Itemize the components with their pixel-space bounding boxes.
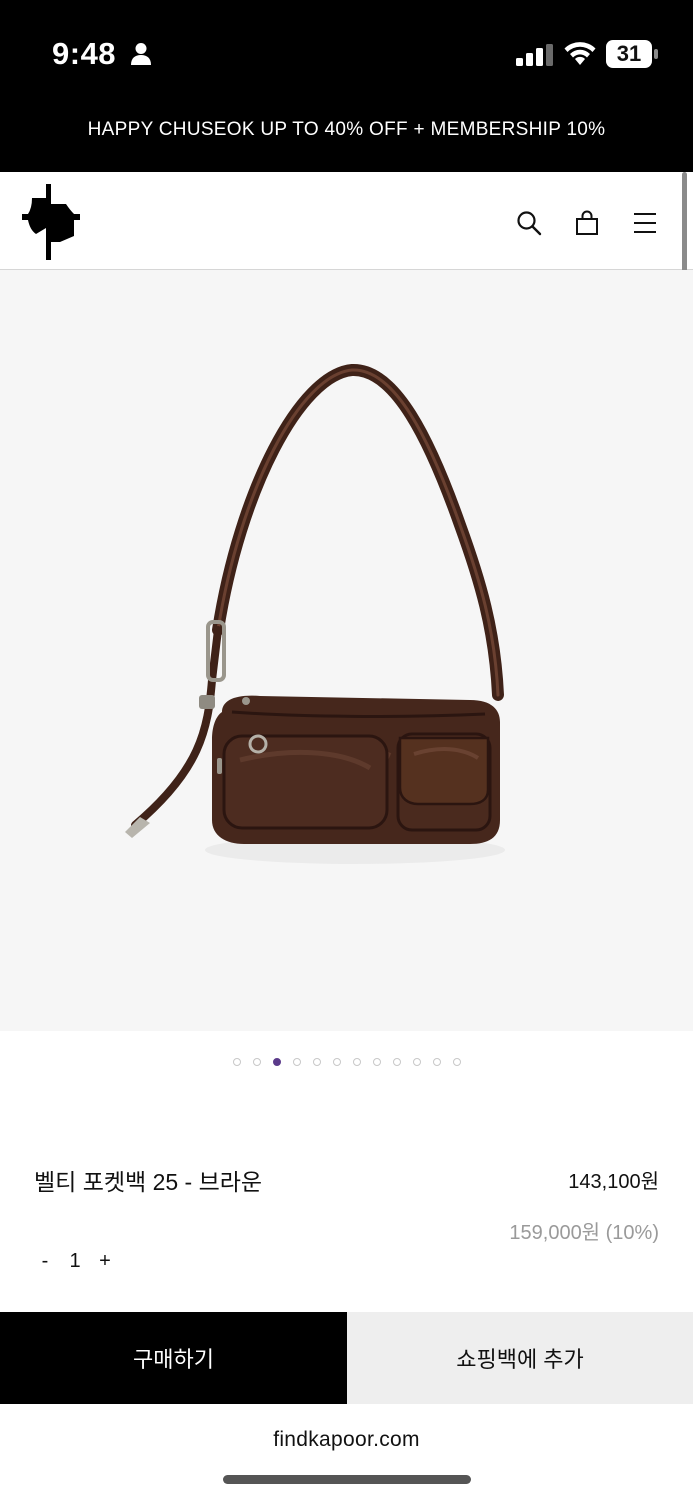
carousel-dot[interactable] xyxy=(272,1058,281,1066)
carousel-dot[interactable] xyxy=(252,1058,261,1066)
product-name: 벨티 포켓백 25 - 브라운 xyxy=(34,1169,263,1195)
search-icon[interactable] xyxy=(516,210,542,236)
quantity-decrease-button[interactable]: - xyxy=(36,1250,54,1273)
promo-banner[interactable]: HAPPY CHUSEOK UP TO 40% OFF + MEMBERSHIP… xyxy=(0,100,693,172)
quantity-increase-button[interactable]: + xyxy=(96,1250,114,1273)
product-image[interactable] xyxy=(0,270,693,1031)
signal-icon xyxy=(516,44,553,66)
wifi-icon xyxy=(564,42,596,65)
home-indicator[interactable] xyxy=(223,1475,471,1484)
site-header xyxy=(0,172,693,270)
logo[interactable] xyxy=(22,184,80,260)
product-price: 143,100원 xyxy=(568,1171,659,1193)
url-text[interactable]: findkapoor.com xyxy=(0,1428,693,1452)
person-icon xyxy=(131,43,151,65)
carousel-dot[interactable] xyxy=(412,1058,421,1066)
carousel-dot[interactable] xyxy=(332,1058,341,1066)
menu-icon[interactable] xyxy=(632,210,658,236)
carousel-dot[interactable] xyxy=(232,1058,241,1066)
status-bar: 9:48 31 xyxy=(0,0,693,100)
carousel-dot[interactable] xyxy=(452,1058,461,1066)
original-price: 159,000원 (10%) xyxy=(509,1222,659,1244)
carousel-dot[interactable] xyxy=(312,1058,321,1066)
carousel-dots xyxy=(0,1058,693,1068)
carousel-dot[interactable] xyxy=(292,1058,301,1066)
shopping-bag-icon[interactable] xyxy=(574,210,600,236)
quantity-value: 1 xyxy=(69,1249,81,1272)
status-time: 9:48 xyxy=(52,36,117,71)
carousel-dot[interactable] xyxy=(432,1058,441,1066)
carousel-dot[interactable] xyxy=(392,1058,401,1066)
quantity-stepper: - 1 + xyxy=(36,1246,114,1276)
bag-illustration xyxy=(125,364,505,864)
add-to-bag-button[interactable]: 쇼핑백에 추가 xyxy=(347,1312,693,1404)
battery-level: 31 xyxy=(616,41,642,66)
carousel-dot[interactable] xyxy=(372,1058,381,1066)
carousel-dot[interactable] xyxy=(352,1058,361,1066)
browser-url-bar[interactable]: findkapoor.com xyxy=(0,1404,693,1500)
buy-now-button[interactable]: 구매하기 xyxy=(0,1312,347,1404)
